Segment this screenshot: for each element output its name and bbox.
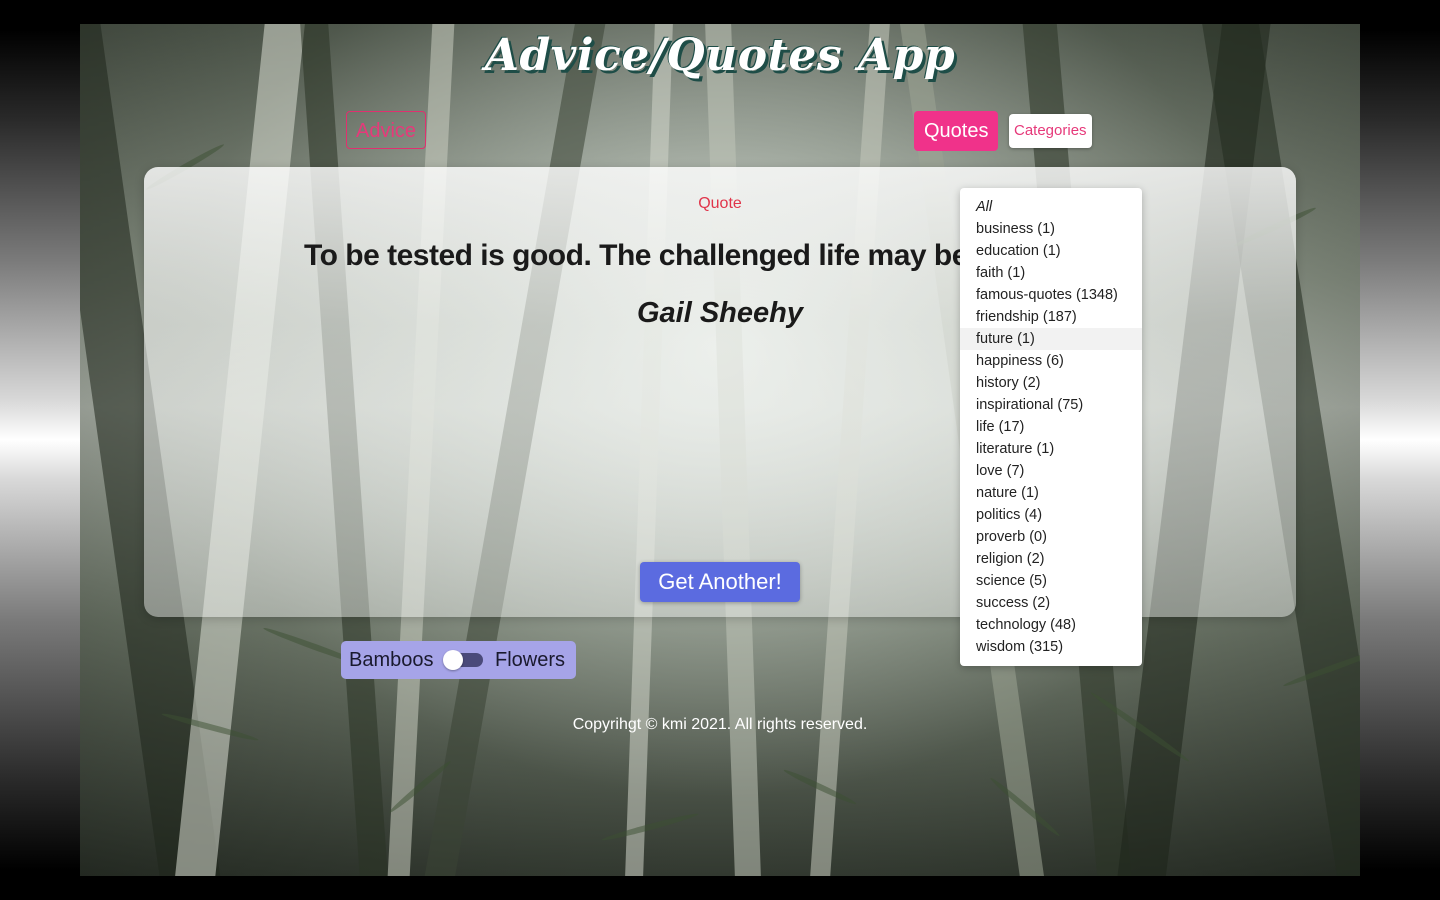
category-option[interactable]: famous-quotes (1348) bbox=[960, 284, 1142, 306]
category-option[interactable]: happiness (6) bbox=[960, 350, 1142, 372]
category-option[interactable]: nature (1) bbox=[960, 482, 1142, 504]
category-option[interactable]: proverb (0) bbox=[960, 526, 1142, 548]
app-title: Advice/Quotes App bbox=[484, 30, 956, 81]
category-option[interactable]: religion (2) bbox=[960, 548, 1142, 570]
category-option[interactable]: future (1) bbox=[960, 328, 1142, 350]
bamboo-leaf bbox=[600, 811, 700, 843]
background-toggle: Bamboos Flowers bbox=[341, 641, 576, 679]
category-option[interactable]: history (2) bbox=[960, 372, 1142, 394]
category-option[interactable]: science (5) bbox=[960, 570, 1142, 592]
category-option[interactable]: technology (48) bbox=[960, 614, 1142, 636]
footer-copyright: Copyrihgt © kmi 2021. All rights reserve… bbox=[572, 716, 868, 733]
categories-button[interactable]: Categories bbox=[1009, 114, 1092, 148]
category-option[interactable]: All bbox=[960, 196, 1142, 218]
category-option[interactable]: wisdom (315) bbox=[960, 636, 1142, 658]
category-option[interactable]: education (1) bbox=[960, 240, 1142, 262]
toggle-label-flowers[interactable]: Flowers bbox=[495, 641, 565, 679]
advice-button[interactable]: Advice bbox=[346, 111, 427, 149]
category-option[interactable]: faith (1) bbox=[960, 262, 1142, 284]
category-option[interactable]: inspirational (75) bbox=[960, 394, 1142, 416]
category-option[interactable]: business (1) bbox=[960, 218, 1142, 240]
category-option[interactable]: literature (1) bbox=[960, 438, 1142, 460]
categories-dropdown: All business (1) education (1) faith (1) fam… bbox=[960, 188, 1142, 666]
quote-text: To be tested is good. The challenged lif… bbox=[304, 239, 1045, 272]
category-option[interactable]: love (7) bbox=[960, 460, 1142, 482]
background-switch[interactable] bbox=[443, 650, 483, 670]
switch-knob[interactable] bbox=[443, 650, 463, 670]
quotes-button[interactable]: Quotes bbox=[914, 111, 999, 151]
category-option[interactable]: politics (4) bbox=[960, 504, 1142, 526]
category-option[interactable]: life (17) bbox=[960, 416, 1142, 438]
get-another-button[interactable]: Get Another! bbox=[640, 562, 800, 602]
toggle-label-bamboos[interactable]: Bamboos bbox=[349, 641, 434, 679]
category-option[interactable]: success (2) bbox=[960, 592, 1142, 614]
app-stage: Advice/Quotes App Advice Quotes Categori… bbox=[80, 24, 1360, 876]
category-option[interactable]: friendship (187) bbox=[960, 306, 1142, 328]
